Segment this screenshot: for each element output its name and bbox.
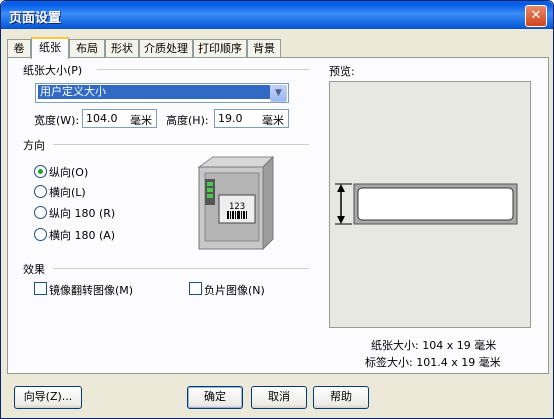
separator (53, 268, 309, 269)
tab-background[interactable]: 背景 (247, 39, 281, 57)
tab-shape[interactable]: 形状 (105, 39, 139, 57)
preview-paper-size: 纸张大小: 104 x 19 毫米 (371, 339, 497, 352)
title-bar[interactable]: 页面设置 ✕ (1, 1, 553, 29)
preview-label-size: 标签大小: 101.4 x 19 毫米 (365, 356, 501, 369)
help-button[interactable]: 帮助 (313, 386, 369, 409)
portrait-radio[interactable] (34, 165, 47, 178)
paper-size-selected: 用户定义大小 (38, 85, 270, 99)
paper-size-dropdown[interactable]: 用户定义大小 ▼ (35, 83, 289, 103)
effects-group-label: 效果 (23, 263, 45, 276)
height-field[interactable]: 19.0 毫米 (214, 109, 289, 128)
mirror-image-label[interactable]: 镜像翻转图像(M) (49, 282, 133, 298)
close-icon: ✕ (530, 8, 542, 23)
height-label: 高度(H): (166, 114, 209, 127)
width-field[interactable]: 104.0 毫米 (82, 109, 157, 128)
landscape-180-label[interactable]: 横向 180 (A) (49, 227, 115, 243)
label-preview-graphic (335, 183, 518, 225)
tab-roll[interactable]: 卷 (7, 39, 31, 57)
tab-paper[interactable]: 纸张 (31, 37, 69, 59)
height-value: 19.0 (218, 112, 243, 125)
printer-icon: 123 (197, 155, 275, 251)
dialog-title: 页面设置 (9, 11, 62, 26)
tab-layout[interactable]: 布局 (69, 39, 105, 57)
portrait-180-label[interactable]: 纵向 180 (R) (49, 205, 115, 221)
tab-print-order[interactable]: 打印顺序 (193, 39, 247, 57)
ok-button[interactable]: 确定 (187, 386, 243, 409)
cancel-button[interactable]: 取消 (251, 386, 307, 409)
printer-label-text: 123 (229, 202, 245, 212)
page-setup-dialog: 页面设置 ✕ 卷 纸张 布局 形状 介质处理 打印顺序 背景 纸张大小(P) 用… (0, 0, 554, 419)
portrait-180-radio[interactable] (34, 206, 47, 219)
negative-image-checkbox[interactable] (189, 282, 202, 295)
width-unit: 毫米 (130, 114, 152, 127)
separator (97, 69, 309, 70)
landscape-radio[interactable] (34, 185, 47, 198)
portrait-label[interactable]: 纵向(O) (49, 164, 88, 180)
mirror-image-checkbox[interactable] (34, 282, 47, 295)
preview-label: 预览: (329, 65, 355, 78)
wizard-button[interactable]: 向导(Z)... (14, 386, 82, 409)
negative-image-label[interactable]: 负片图像(N) (204, 282, 265, 298)
height-unit: 毫米 (262, 114, 284, 127)
landscape-label[interactable]: 横向(L) (49, 184, 86, 200)
separator (53, 144, 309, 145)
tab-media-handling[interactable]: 介质处理 (139, 39, 193, 57)
width-value: 104.0 (86, 112, 118, 125)
width-label: 宽度(W): (34, 114, 80, 127)
orientation-group-label: 方向 (23, 139, 45, 152)
paper-size-group-label: 纸张大小(P) (23, 64, 83, 77)
close-button[interactable]: ✕ (525, 5, 547, 27)
landscape-180-radio[interactable] (34, 228, 47, 241)
preview-pane (329, 81, 531, 328)
chevron-down-icon[interactable]: ▼ (270, 85, 287, 102)
